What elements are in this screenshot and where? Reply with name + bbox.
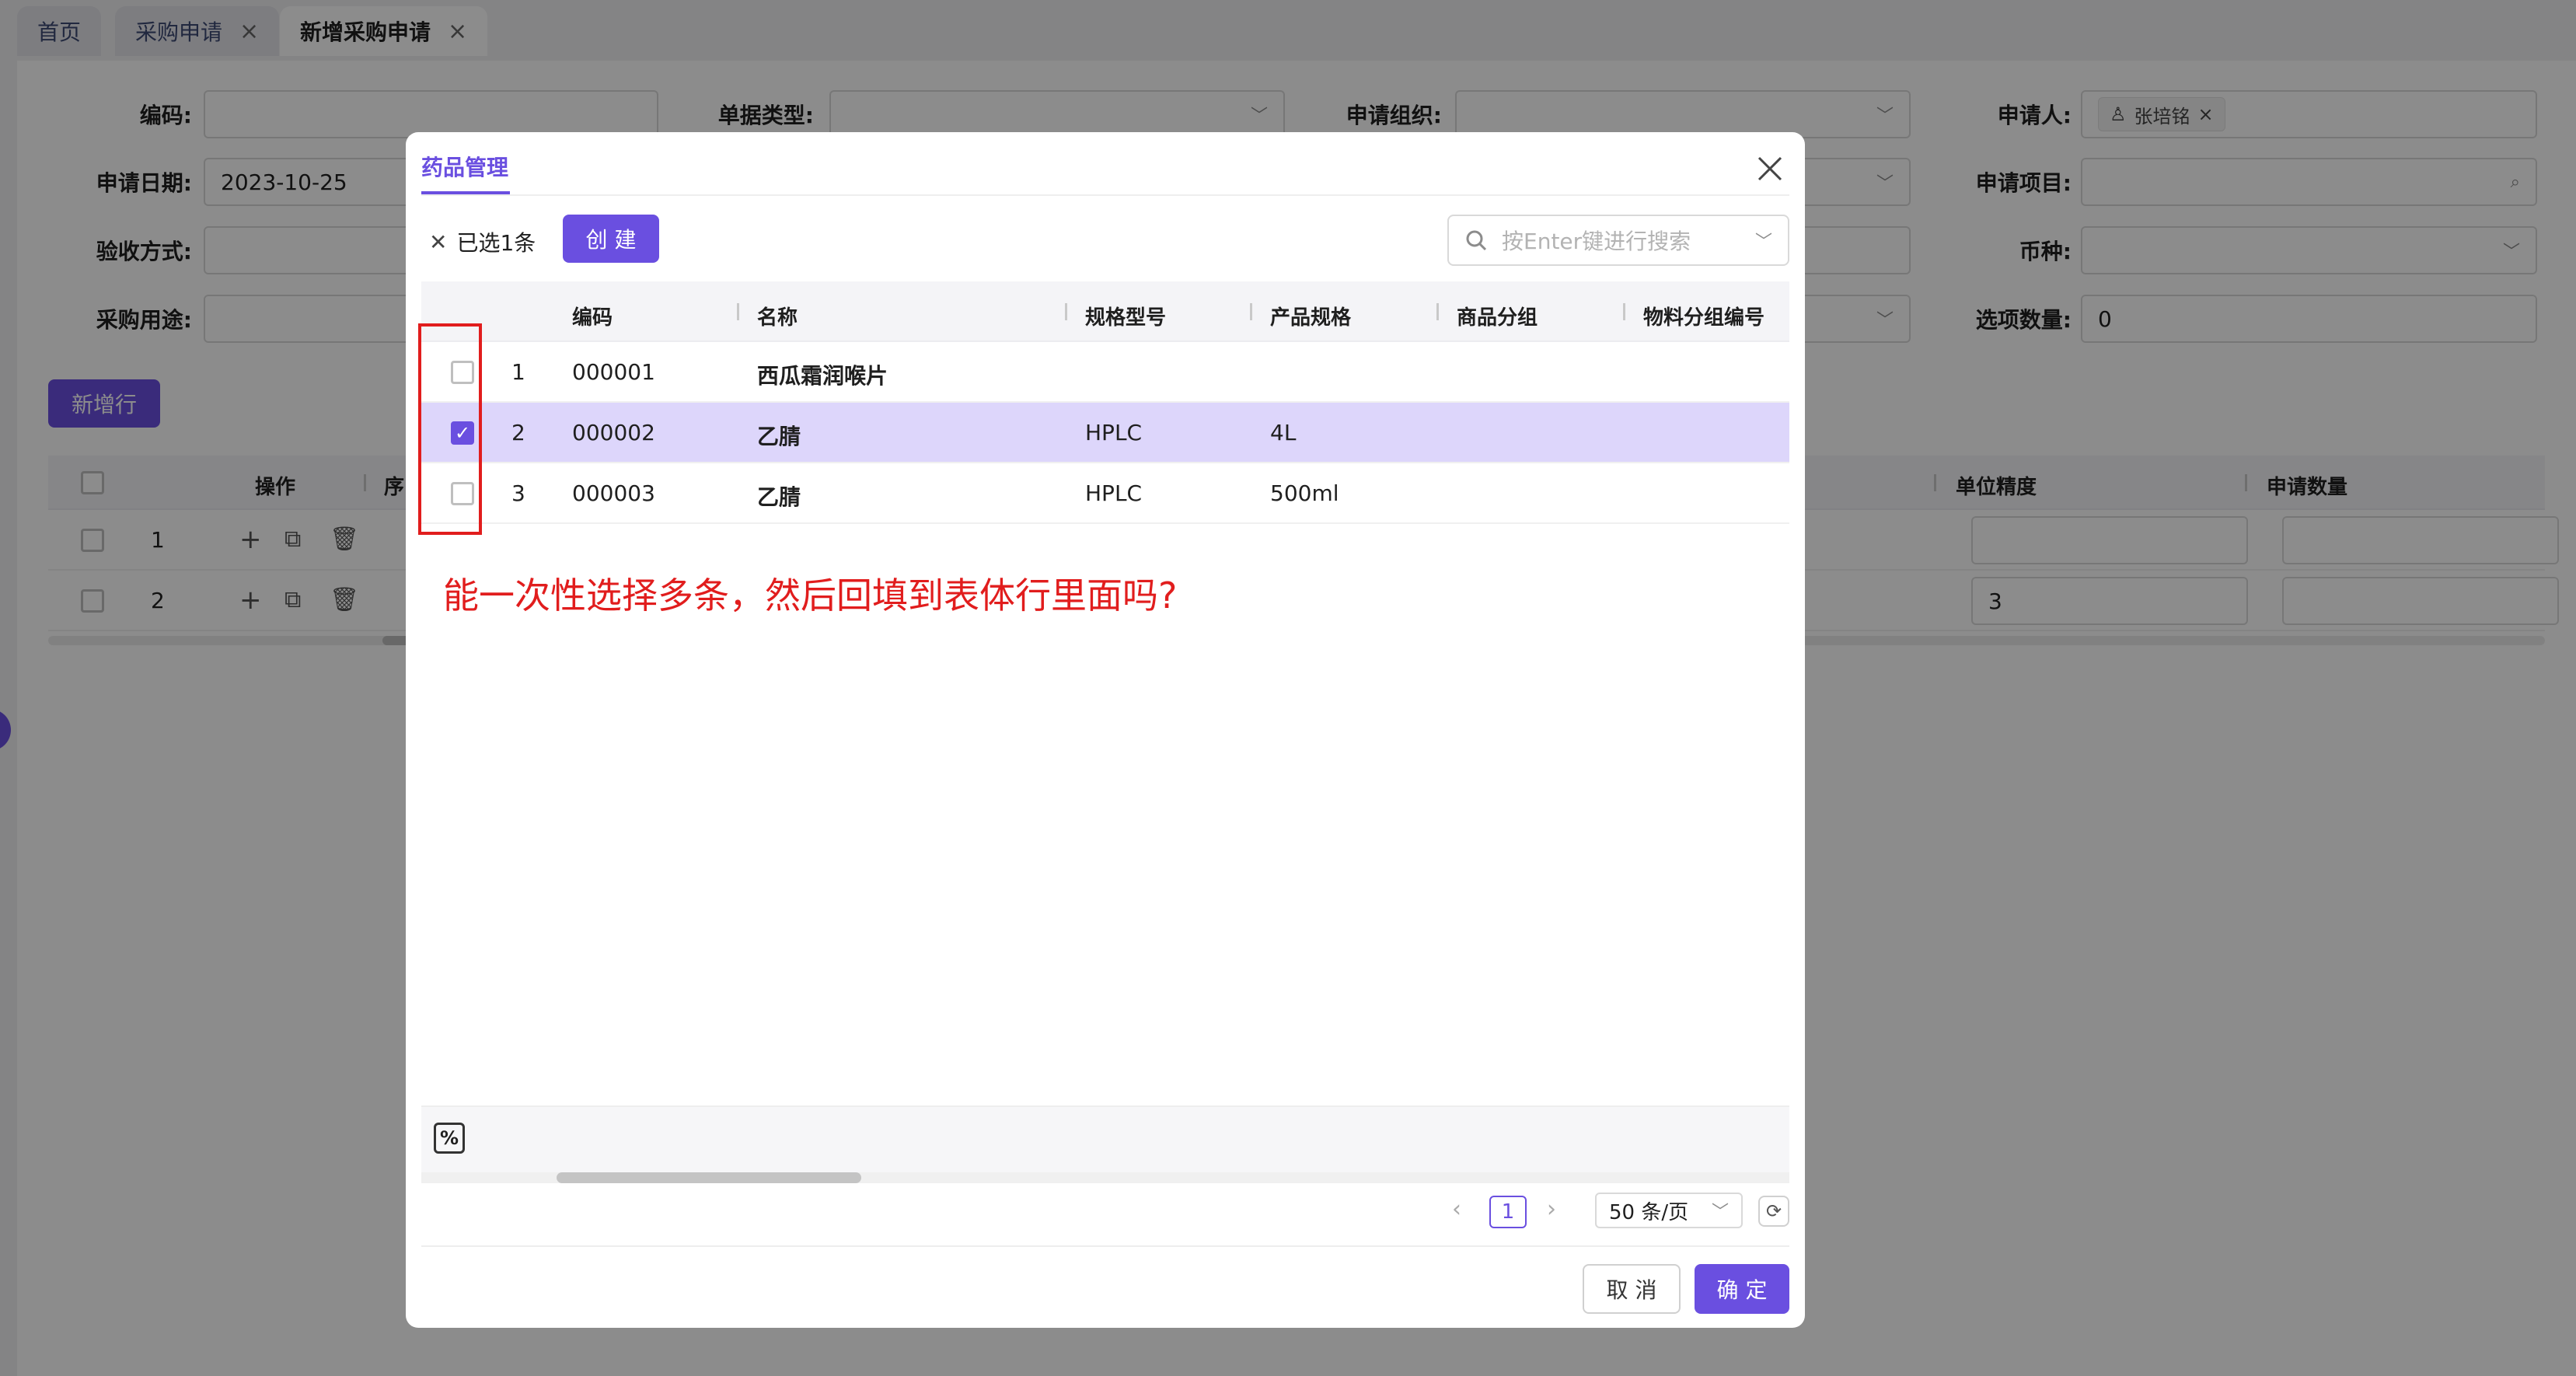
close-icon[interactable]	[1750, 149, 1789, 188]
selection-summary: ✕ 已选1条	[429, 218, 536, 266]
annotation-highlight-box	[418, 323, 482, 535]
row-seq: 3	[511, 480, 525, 506]
col-name: 名称	[757, 306, 798, 330]
row-model: HPLC	[1085, 480, 1143, 506]
row-code: 000003	[572, 480, 655, 506]
dialog-title[interactable]: 药品管理	[421, 151, 508, 182]
search-input[interactable]: 按Enter键进行搜索 ﹀	[1447, 215, 1789, 266]
table-footer: %	[421, 1105, 1789, 1179]
cancel-button[interactable]: 取 消	[1583, 1264, 1681, 1314]
table-row[interactable]: 1 000001 西瓜霜润喉片	[421, 342, 1789, 403]
create-button[interactable]: 创 建	[563, 215, 659, 263]
col-model: 规格型号	[1085, 306, 1167, 330]
search-placeholder: 按Enter键进行搜索	[1502, 229, 1691, 254]
col-material-group-no: 物料分组编号	[1643, 306, 1765, 330]
row-spec: 500ml	[1270, 480, 1339, 506]
col-spec: 产品规格	[1270, 306, 1352, 330]
clear-selection-icon[interactable]: ✕	[429, 229, 447, 255]
search-icon	[1466, 230, 1487, 251]
scrollbar-thumb[interactable]	[557, 1172, 861, 1183]
page-number-current[interactable]: 1	[1489, 1196, 1527, 1228]
row-model: HPLC	[1085, 420, 1143, 445]
divider	[421, 1245, 1789, 1247]
page-size-value: 50 条/页	[1609, 1200, 1689, 1224]
table-row-selected[interactable]: ✓ 2 000002 乙腈 HPLC 4L	[421, 403, 1789, 463]
col-separator	[737, 303, 739, 320]
row-name: 乙腈	[757, 484, 801, 510]
divider	[421, 194, 1789, 196]
chevron-down-icon: ﹀	[1711, 1203, 1729, 1222]
prev-page-icon[interactable]: ‹	[1452, 1196, 1461, 1223]
col-separator	[1623, 303, 1625, 320]
row-spec: 4L	[1270, 420, 1297, 445]
percent-icon[interactable]: %	[434, 1123, 465, 1154]
selected-count: 已选1条	[456, 230, 536, 256]
medicine-table-header: 编码 名称 规格型号 产品规格 商品分组 物料分组编号	[421, 281, 1789, 342]
next-page-icon[interactable]: ›	[1547, 1196, 1556, 1223]
col-separator	[1250, 303, 1252, 320]
col-code: 编码	[572, 306, 613, 330]
page-size-select[interactable]: 50 条/页 ﹀	[1595, 1193, 1743, 1228]
row-name: 西瓜霜润喉片	[757, 363, 888, 389]
ok-button[interactable]: 确 定	[1695, 1264, 1789, 1314]
annotation-text: 能一次性选择多条，然后回填到表体行里面吗?	[443, 574, 1178, 616]
refresh-icon[interactable]: ⟳	[1758, 1196, 1789, 1227]
col-separator	[1436, 303, 1439, 320]
row-code: 000001	[572, 359, 655, 385]
row-code: 000002	[572, 420, 655, 445]
chevron-down-icon[interactable]: ﹀	[1755, 228, 1772, 253]
row-seq: 2	[511, 420, 525, 445]
col-goods-group: 商品分组	[1457, 306, 1538, 330]
row-name: 乙腈	[757, 424, 801, 449]
modal-horizontal-scrollbar[interactable]	[421, 1172, 1789, 1183]
row-seq: 1	[511, 359, 525, 385]
col-separator	[1065, 303, 1067, 320]
medicine-management-dialog: 药品管理 ✕ 已选1条 创 建 按Enter键进行搜索 ﹀ 编码 名称 规格型号…	[406, 132, 1805, 1328]
table-row[interactable]: 3 000003 乙腈 HPLC 500ml	[421, 463, 1789, 524]
